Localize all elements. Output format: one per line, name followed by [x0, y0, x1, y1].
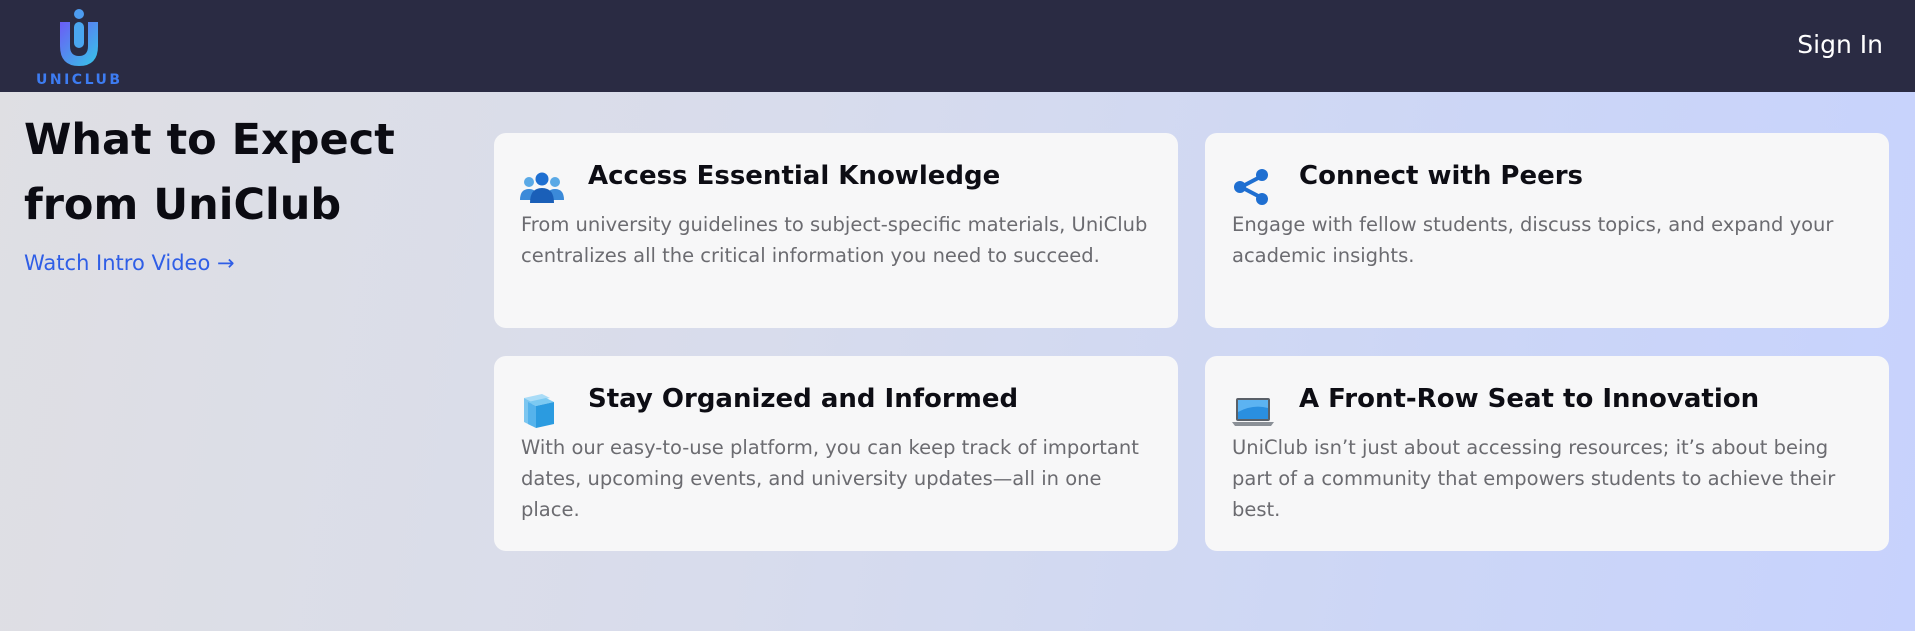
card-description: UniClub isn’t just about accessing resou…	[1232, 436, 1836, 521]
card-title: A Front-Row Seat to Innovation	[1299, 384, 1760, 414]
watch-intro-video-link[interactable]: Watch Intro Video →	[24, 251, 235, 275]
stacked-files-icon	[520, 390, 564, 430]
card-description: From university guidelines to subject-sp…	[521, 213, 1148, 267]
sign-in-link[interactable]: Sign In	[1797, 30, 1883, 59]
feature-card-organized: Stay Organized and Informed With our eas…	[494, 356, 1178, 551]
share-icon	[1231, 167, 1275, 207]
card-title: Connect with Peers	[1299, 161, 1584, 191]
logo-text: UNICLUB	[36, 72, 123, 88]
people-icon	[520, 167, 564, 207]
card-title: Access Essential Knowledge	[588, 161, 1001, 191]
top-navbar: UNICLUB Sign In	[0, 0, 1915, 92]
uniclub-logo[interactable]: UNICLUB	[36, 8, 124, 88]
feature-card-peers: Connect with Peers Engage with fellow st…	[1205, 133, 1889, 328]
feature-card-innovation: A Front-Row Seat to Innovation UniClub i…	[1205, 356, 1889, 551]
feature-card-knowledge: Access Essential Knowledge From universi…	[494, 133, 1178, 328]
page-title: What to Expect from UniClub	[24, 115, 395, 230]
logo-mark-icon	[60, 9, 98, 66]
card-description: Engage with fellow students, discuss top…	[1232, 213, 1834, 267]
card-title: Stay Organized and Informed	[588, 384, 1019, 414]
card-description: With our easy-to-use platform, you can k…	[521, 436, 1139, 521]
laptop-icon	[1231, 390, 1275, 430]
